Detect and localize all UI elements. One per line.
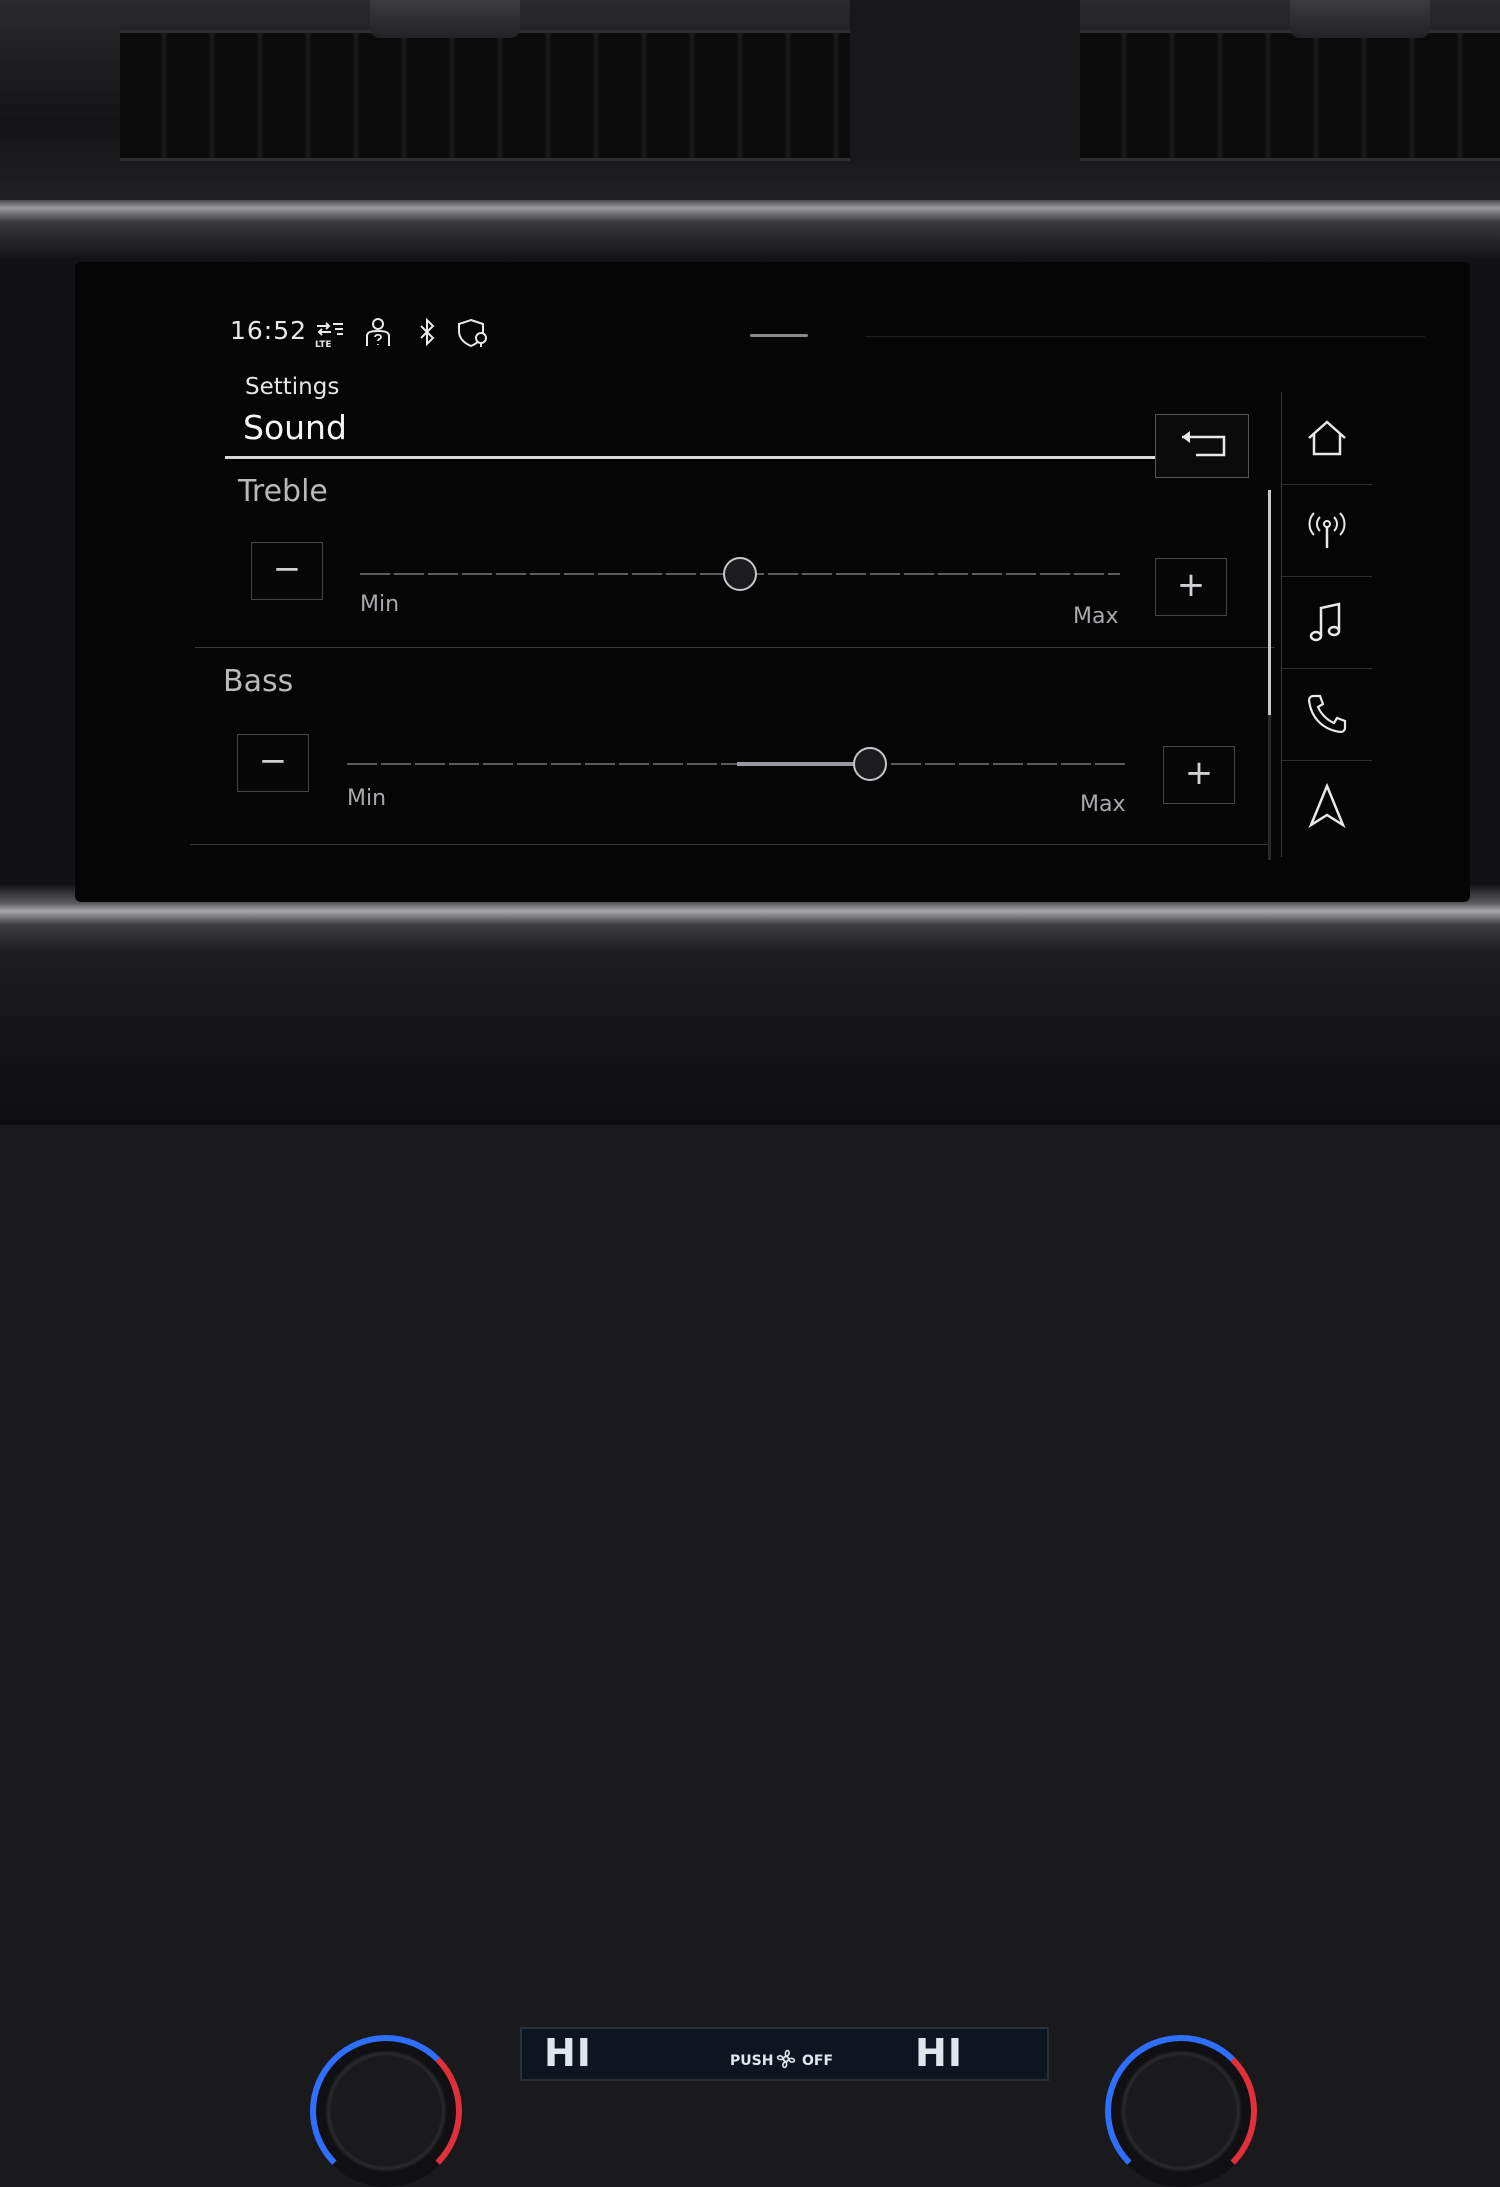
treble-label: Treble [238,474,328,509]
vent-center-block [850,0,1080,160]
home-icon [1308,420,1346,456]
off-label: OFF [802,2053,834,2069]
status-bar: 16:52 LTE [225,308,1425,352]
bass-increase-button[interactable]: + [1163,746,1235,804]
clock: 16:52 [230,316,308,345]
right-temperature-knob[interactable] [1105,2035,1257,2187]
nav-navigation-button[interactable] [1282,760,1372,852]
back-arrow-icon [1182,431,1226,457]
climate-console: HI PUSH OFF HI [0,955,1500,2187]
left-temperature-knob[interactable] [310,2035,462,2187]
bass-min-label: Min [347,786,387,811]
breadcrumb[interactable]: Settings [245,374,339,400]
infotainment-screen: 16:52 LTE Settings Sound Treble − Min Ma… [75,262,1470,902]
section-divider [190,844,1270,845]
treble-max-label: Max [1073,604,1119,629]
climate-display: HI PUSH OFF HI [520,2027,1049,2081]
section-divider [195,647,1275,648]
music-note-icon [1309,602,1341,642]
radio-antenna-icon [1308,512,1346,548]
lte-data-icon: LTE [315,322,343,350]
bass-slider[interactable] [347,747,1127,781]
navigation-arrow-icon [1308,783,1346,829]
air-vent-area [0,0,1500,200]
bass-max-label: Max [1080,792,1126,817]
bluetooth-icon [420,317,435,347]
side-navigation [1281,392,1372,857]
vent-tab-right [1290,0,1430,38]
title-underline [225,456,1155,459]
shield-location-icon [458,318,487,348]
bass-decrease-button[interactable]: − [237,734,309,792]
status-divider [865,336,1425,337]
air-vent-left [120,30,850,161]
fan-icon [776,2049,796,2069]
bass-slider-fill [737,762,870,766]
treble-increase-button[interactable]: + [1155,558,1227,616]
bass-slider-thumb[interactable] [852,747,887,781]
bass-label: Bass [223,664,294,699]
user-profile-icon [366,318,390,346]
page-title: Sound [243,408,347,447]
vent-tab-left [370,0,520,38]
treble-slider-thumb[interactable] [723,557,757,591]
scrollbar[interactable] [1268,490,1271,715]
back-button[interactable] [1155,414,1249,478]
left-temp: HI [544,2031,592,2075]
nav-radio-button[interactable] [1282,484,1372,577]
right-temp: HI [915,2031,963,2075]
nav-home-button[interactable] [1282,392,1372,485]
treble-min-label: Min [360,592,400,617]
treble-slider[interactable] [360,557,1120,591]
air-vent-right [1080,30,1500,161]
svg-text:LTE: LTE [315,340,332,350]
phone-icon [1307,694,1347,734]
nav-media-button[interactable] [1282,576,1372,669]
nav-phone-button[interactable] [1282,668,1372,761]
notification-pull-handle[interactable] [750,334,808,337]
treble-decrease-button[interactable]: − [251,542,323,600]
push-label: PUSH [730,2053,774,2069]
